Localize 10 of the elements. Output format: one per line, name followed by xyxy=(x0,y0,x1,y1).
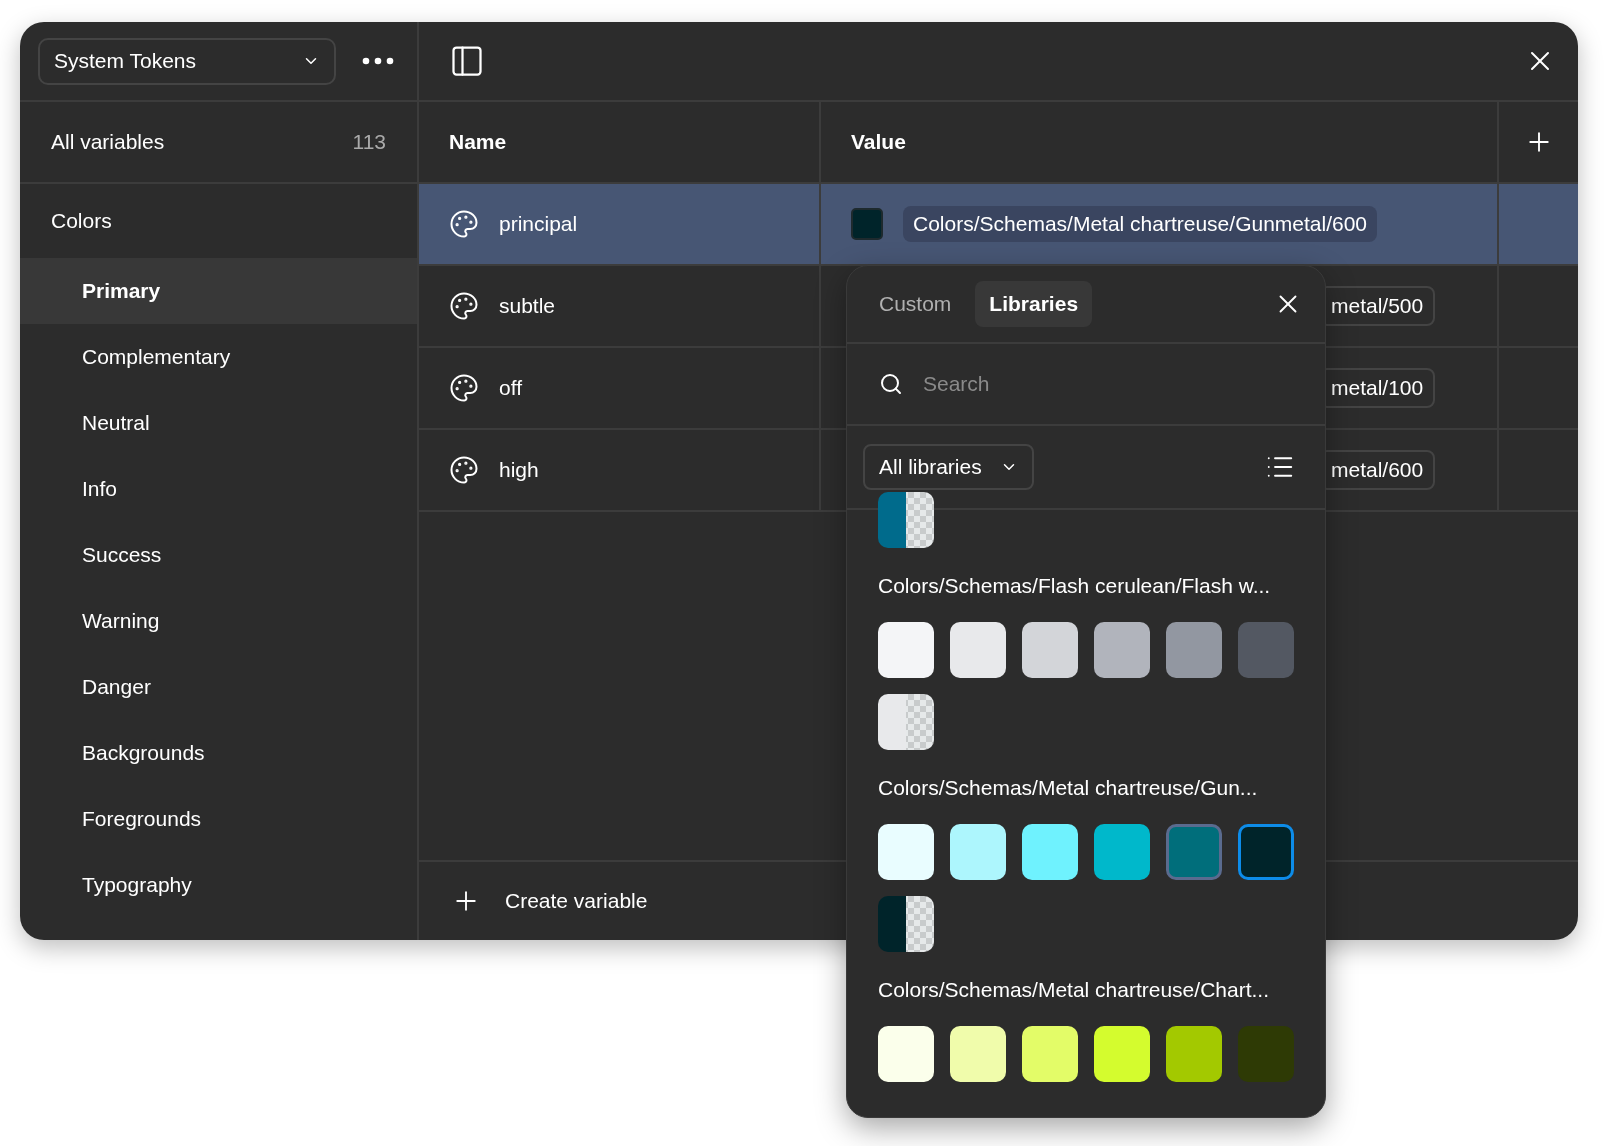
value-token: Colors/Schemas/Metal chartreuse/Gunmetal/600 xyxy=(903,206,1378,242)
variable-name: high xyxy=(499,458,539,482)
variable-name: subtle xyxy=(499,294,556,318)
variable-count: 113 xyxy=(352,130,386,154)
library-group-label: Colors/Schemas/Metal chartreuse/Chart... xyxy=(878,978,1270,1002)
variable-name: principal xyxy=(499,212,578,236)
all-variables-label: All variables xyxy=(51,130,165,154)
variable-name: off xyxy=(499,376,522,400)
library-group-label: Colors/Schemas/Metal chartreuse/Gun... xyxy=(878,776,1259,800)
library-group-label: Colors/Schemas/Flash cerulean/Flash w... xyxy=(878,574,1272,598)
